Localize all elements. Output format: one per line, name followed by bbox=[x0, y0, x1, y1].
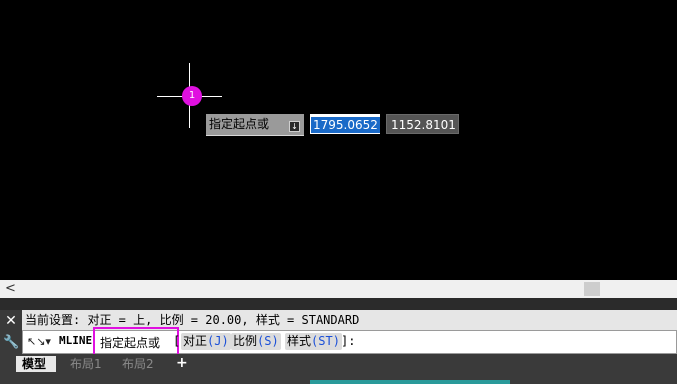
command-line[interactable]: ↖↘▾ MLINE 指定起点或 [ 对正(J) 比例(S) 样式(ST) ]: bbox=[22, 327, 677, 357]
scroll-left-icon[interactable]: < bbox=[5, 281, 16, 296]
drawing-canvas[interactable]: 1 指定起点或 ↓ 1795.0652 1152.8101 bbox=[0, 0, 677, 280]
option-style[interactable]: 样式(ST) bbox=[285, 333, 342, 350]
option-justify-key: (J) bbox=[207, 334, 229, 348]
close-icon[interactable]: ✕ bbox=[3, 312, 19, 330]
options-bracket-open: [ bbox=[173, 334, 181, 348]
layout-tabs: 模型 布局1 布局2 + bbox=[0, 354, 677, 384]
recent-commands-icon[interactable]: ↖↘▾ bbox=[27, 335, 51, 348]
step-marker: 1 bbox=[182, 86, 202, 106]
options-dropdown-icon[interactable]: ↓ bbox=[289, 121, 300, 132]
option-style-label: 样式 bbox=[287, 334, 312, 348]
coord-x-value: 1795.0652 bbox=[311, 117, 380, 133]
add-layout-icon[interactable]: + bbox=[176, 355, 188, 371]
command-side-bar: ✕ 🔧 bbox=[0, 310, 22, 354]
option-scale[interactable]: 比例(S) bbox=[231, 333, 281, 350]
option-justify[interactable]: 对正(J) bbox=[181, 333, 231, 350]
panel-divider bbox=[0, 298, 677, 310]
option-scale-label: 比例 bbox=[233, 334, 258, 348]
customize-wrench-icon[interactable]: 🔧 bbox=[3, 334, 19, 352]
option-scale-key: (S) bbox=[257, 334, 279, 348]
option-justify-label: 对正 bbox=[183, 334, 208, 348]
option-style-key: (ST) bbox=[311, 334, 340, 348]
coord-y-input[interactable]: 1152.8101 bbox=[386, 114, 459, 134]
options-bracket-close: ]: bbox=[341, 334, 356, 348]
coord-x-input[interactable]: 1795.0652 bbox=[310, 114, 380, 134]
command-name: MLINE bbox=[59, 334, 93, 347]
horizontal-scrollbar[interactable]: < bbox=[0, 280, 677, 298]
status-strip bbox=[310, 380, 510, 384]
scroll-thumb[interactable] bbox=[584, 282, 600, 296]
tab-layout2[interactable]: 布局2 bbox=[116, 356, 160, 372]
tab-model[interactable]: 模型 bbox=[16, 356, 56, 372]
command-prompt: 指定起点或 bbox=[100, 336, 161, 350]
tab-layout1[interactable]: 布局1 bbox=[64, 356, 108, 372]
